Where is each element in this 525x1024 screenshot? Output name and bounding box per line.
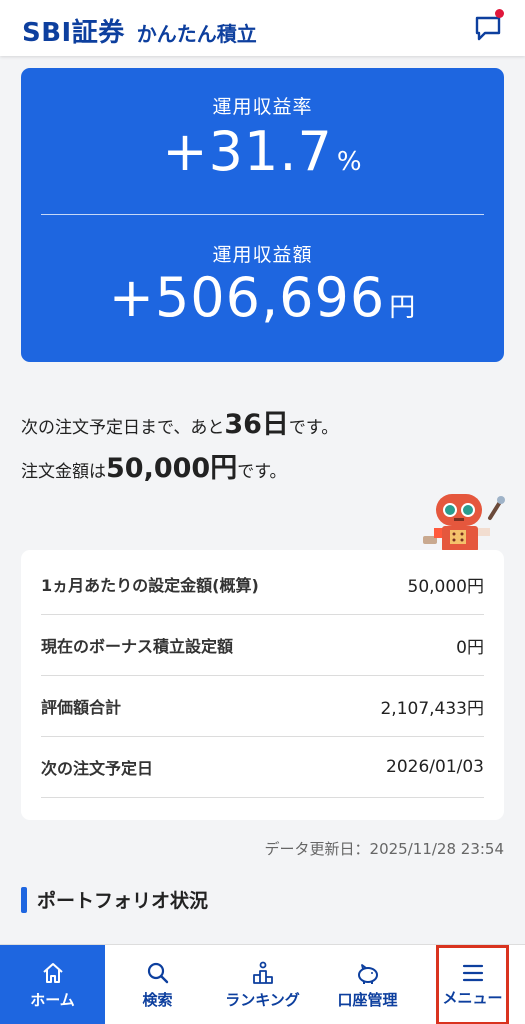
robot-mascot-illustration	[423, 494, 505, 552]
settings-row: 評価額合計 2,107,433円	[41, 676, 484, 737]
summary-divider	[41, 214, 484, 215]
section-accent-bar	[21, 886, 27, 913]
settings-card: 1ヵ月あたりの設定金額(概算) 50,000円 現在のボーナス積立設定額 0円 …	[21, 550, 504, 820]
piggy-bank-icon	[357, 963, 378, 984]
nav-item-search[interactable]: 検索	[105, 945, 210, 1024]
portfolio-section-heading: ポートフォリオ状況	[21, 886, 208, 913]
data-updated-timestamp: データ更新日：2025/11/28 23:54	[264, 840, 504, 858]
app-logo[interactable]: SBI証券 かんたん積立	[22, 12, 257, 49]
nav-item-label: メニュー	[442, 988, 503, 1007]
settings-row: 次の注文予定日 2026/01/03	[41, 737, 484, 798]
settings-row-label: 現在のボーナス積立設定額	[41, 637, 234, 656]
nav-item-account[interactable]: 口座管理	[315, 945, 420, 1024]
service-name: かんたん積立	[136, 22, 257, 46]
return-rate-unit: %	[336, 147, 363, 177]
order-amount-prefix: 注文金額は	[21, 462, 106, 482]
next-order-countdown: 次の注文予定日まで、あと36日です。	[21, 402, 338, 441]
return-summary-card: 運用収益率 +31.7% 運用収益額 +506,696 円	[21, 68, 504, 362]
nav-item-menu[interactable]: メニュー	[436, 945, 509, 1024]
nav-item-label: ランキング	[225, 990, 300, 1009]
chat-icon[interactable]	[474, 14, 502, 42]
countdown-prefix: 次の注文予定日まで、あと	[21, 418, 225, 438]
nav-item-label: ホーム	[30, 990, 75, 1009]
settings-row: 1ヵ月あたりの設定金額(概算) 50,000円	[41, 554, 484, 615]
home-icon	[42, 962, 63, 983]
return-amount-value: +506,696 円	[21, 266, 504, 329]
settings-row-label: 評価額合計	[41, 698, 122, 717]
settings-row-value: 50,000円	[407, 576, 484, 597]
return-amount-unit: 円	[389, 293, 417, 323]
return-rate-label: 運用収益率	[212, 96, 313, 118]
ranking-icon	[252, 961, 273, 984]
nav-item-label: 検索	[142, 990, 173, 1009]
notification-dot	[495, 9, 504, 18]
settings-row-value: 2,107,433円	[380, 698, 484, 719]
order-amount-value: 50,000円	[106, 453, 238, 484]
brand-name: SBI証券	[22, 18, 125, 48]
nav-item-label: 口座管理	[337, 990, 398, 1009]
menu-icon	[462, 964, 483, 981]
order-amount-suffix: です。	[237, 462, 287, 482]
settings-row-label: 次の注文予定日	[41, 759, 154, 778]
return-rate-value: +31.7%	[21, 120, 504, 183]
app-header: SBI証券 かんたん積立	[0, 0, 525, 56]
search-icon	[147, 962, 168, 983]
return-rate-number: +31.7	[162, 120, 333, 183]
countdown-suffix: です。	[288, 418, 339, 438]
settings-row-value: 0円	[456, 637, 484, 658]
settings-row: 現在のボーナス積立設定額 0円	[41, 615, 484, 676]
countdown-days: 36日	[224, 409, 289, 440]
settings-row-value: 2026/01/03	[386, 757, 484, 777]
order-amount-text: 注文金額は50,000円です。	[21, 446, 287, 485]
bottom-navigation: ホーム 検索 ランキング 口座管理 メニュー	[0, 944, 525, 1024]
return-amount-label: 運用収益額	[212, 244, 313, 266]
nav-item-ranking[interactable]: ランキング	[210, 945, 315, 1024]
nav-item-home[interactable]: ホーム	[0, 945, 105, 1024]
settings-row-label: 1ヵ月あたりの設定金額(概算)	[41, 576, 259, 595]
section-title: ポートフォリオ状況	[37, 890, 209, 912]
return-amount-number: +506,696	[108, 266, 386, 329]
